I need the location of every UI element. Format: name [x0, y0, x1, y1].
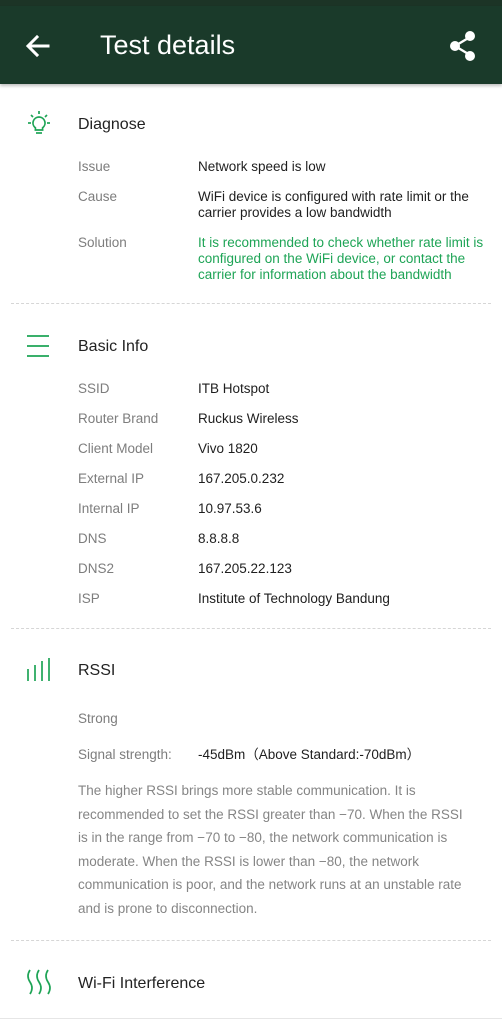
section-title-rssi: RSSI — [78, 662, 116, 679]
bottom-divider — [0, 1018, 502, 1019]
rssi-description: The higher RSSI brings more stable commu… — [78, 783, 463, 916]
share-icon[interactable] — [446, 29, 480, 63]
info-label-router-brand: Router Brand — [78, 411, 159, 426]
list-icon — [27, 335, 49, 357]
info-label-ssid: SSID — [78, 381, 110, 396]
info-label-client-model: Client Model — [78, 441, 154, 456]
info-label-external-ip: External IP — [78, 471, 145, 486]
arrow-left-icon[interactable] — [22, 30, 54, 62]
signal-strength-label: Signal strength: — [78, 747, 172, 762]
info-label-internal-ip: Internal IP — [78, 501, 140, 516]
info-label-dns: DNS — [78, 531, 107, 546]
wave-lines-icon — [27, 969, 51, 995]
section-divider — [11, 628, 491, 629]
info-value-ssid: ITB Hotspot — [198, 381, 270, 396]
diagnose-value-solution: It is recommended to check whether rate … — [198, 235, 484, 282]
diagnose-value-cause: WiFi device is configured with rate limi… — [198, 189, 469, 220]
diagnose-value-issue: Network speed is low — [198, 159, 326, 174]
info-value-external-ip: 167.205.0.232 — [198, 471, 285, 486]
app-bar: Test details — [0, 6, 502, 84]
info-value-dns2: 167.205.22.123 — [198, 561, 292, 576]
section-divider — [11, 940, 491, 941]
info-value-router-brand: Ruckus Wireless — [198, 411, 299, 426]
signal-bars-icon — [27, 658, 50, 681]
section-title-basic-info: Basic Info — [78, 338, 149, 355]
info-value-dns: 8.8.8.8 — [198, 531, 240, 546]
info-label-dns2: DNS2 — [78, 561, 115, 576]
page-title: Test details — [100, 30, 236, 60]
section-divider — [11, 303, 491, 304]
lightbulb-icon — [28, 111, 50, 134]
section-title-diagnose: Diagnose — [78, 116, 146, 133]
diagnose-label-issue: Issue — [78, 159, 111, 174]
info-label-isp: ISP — [78, 591, 100, 606]
signal-strength-value: -45dBm（Above Standard:-70dBm） — [198, 747, 421, 762]
info-value-isp: Institute of Technology Bandung — [198, 591, 390, 606]
section-title-wifi-interference: Wi-Fi Interference — [78, 975, 206, 992]
diagnose-label-cause: Cause — [78, 189, 118, 204]
info-value-internal-ip: 10.97.53.6 — [198, 501, 262, 516]
info-value-client-model: Vivo 1820 — [198, 441, 258, 456]
diagnose-label-solution: Solution — [78, 235, 127, 250]
rssi-status: Strong — [78, 711, 118, 726]
